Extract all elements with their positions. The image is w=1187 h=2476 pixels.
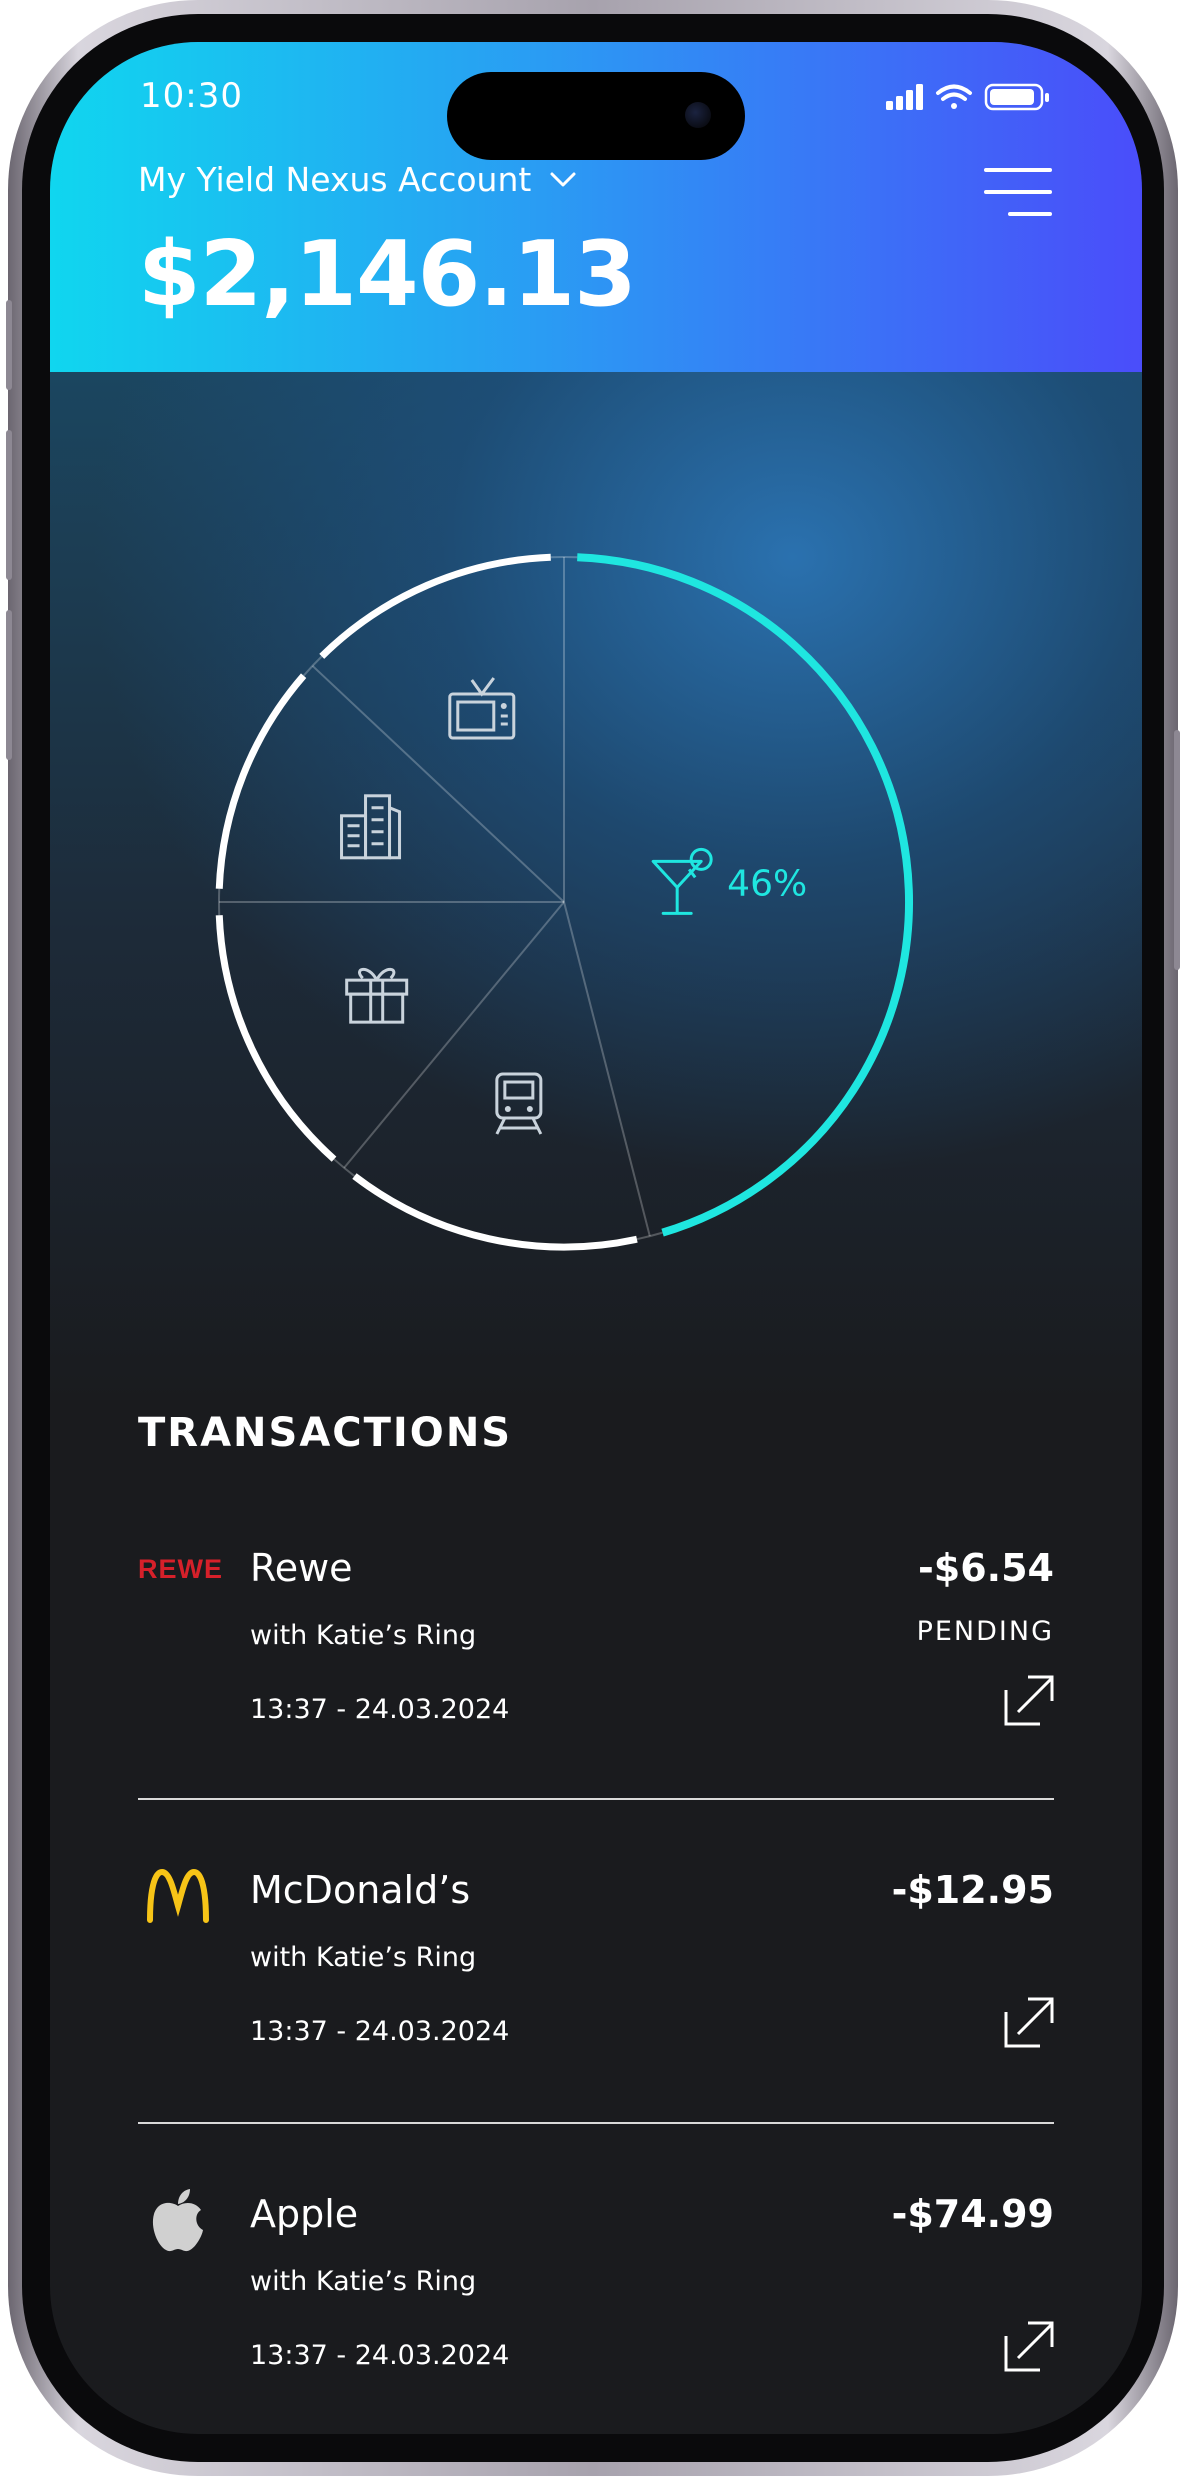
payment-method: with Katie’s Ring — [250, 1620, 477, 1651]
slice-arc-buildings — [215, 673, 307, 889]
slice-divider — [563, 901, 651, 1237]
account-name: My Yield Nexus Account — [138, 160, 532, 199]
payment-method: with Katie’s Ring — [250, 2266, 477, 2297]
buildings-icon — [340, 794, 402, 860]
menu-icon-line-bottom — [1008, 212, 1052, 216]
open-external-icon[interactable] — [1004, 2320, 1054, 2372]
mcdonalds-logo — [147, 1868, 209, 1923]
tv-icon — [448, 677, 516, 740]
transaction-amount: -$6.54 — [918, 1546, 1054, 1590]
apple-logo — [152, 2189, 203, 2252]
rewe-logo: REWE — [138, 1540, 222, 1610]
spending-overview: 46% — [50, 372, 1142, 1402]
payment-method: with Katie’s Ring — [250, 1942, 477, 1973]
battery-icon — [984, 83, 1049, 111]
slice-divider — [311, 665, 565, 903]
account-balance: $2,146.13 — [138, 222, 637, 327]
signal-icon — [886, 84, 923, 110]
menu-icon-line-top — [984, 168, 1052, 172]
slice-arc-gift — [215, 915, 337, 1162]
slice-arc-train — [352, 1173, 638, 1251]
train-icon — [495, 1072, 543, 1135]
transaction-row[interactable]: REWE Rewe with Katie’s Ring 13:37 - 24.0… — [138, 1540, 1054, 1860]
menu-icon-line-middle — [984, 190, 1052, 194]
transaction-datetime: 13:37 - 24.03.2024 — [250, 2016, 510, 2047]
account-header: 10:30 My Yield Nexus Account $2,146.13 — [50, 42, 1142, 372]
slice-gap — [333, 1158, 356, 1177]
transaction-status: PENDING — [916, 1616, 1054, 1647]
transaction-amount: -$74.99 — [891, 2192, 1054, 2236]
divider — [138, 2122, 1054, 2124]
gift-icon — [345, 967, 409, 1024]
transaction-datetime: 13:37 - 24.03.2024 — [250, 1694, 510, 1725]
phone-frame: 10:30 My Yield Nexus Account $2,146.13 4… — [6, 0, 1180, 2476]
status-time: 10:30 — [140, 76, 243, 116]
slice-arc-tv — [319, 553, 551, 659]
divider — [138, 1798, 1054, 1800]
slice-percent-label: 46% — [727, 863, 807, 904]
wifi-icon — [936, 84, 972, 109]
merchant-name: Apple — [250, 2192, 359, 2236]
transaction-amount: -$12.95 — [891, 1868, 1054, 1912]
open-external-icon[interactable] — [1004, 1674, 1054, 1726]
rewe-logo-text: REWE — [138, 1554, 223, 1584]
transaction-datetime: 13:37 - 24.03.2024 — [250, 2340, 510, 2371]
cocktail-icon — [651, 847, 713, 915]
dynamic-island — [447, 72, 745, 160]
camera-icon — [685, 102, 711, 128]
volume-down-button — [6, 610, 12, 760]
volume-up-button — [6, 430, 12, 580]
merchant-name: Rewe — [250, 1546, 353, 1590]
account-selector[interactable]: My Yield Nexus Account — [138, 160, 577, 199]
menu-button[interactable] — [984, 168, 1052, 218]
transactions-heading: TRANSACTIONS — [138, 1410, 513, 1456]
transaction-row[interactable]: McDonald’s with Katie’s Ring 13:37 - 24.… — [138, 1862, 1054, 2182]
app-screen: 10:30 My Yield Nexus Account $2,146.13 4… — [50, 42, 1142, 2434]
transaction-row[interactable]: Apple with Katie’s Ring 13:37 - 24.03.20… — [138, 2186, 1054, 2434]
spending-pie-chart[interactable]: 46% — [204, 542, 924, 1262]
chevron-down-icon — [550, 172, 576, 186]
action-button — [6, 300, 12, 390]
power-button — [1174, 730, 1180, 970]
status-icons — [886, 83, 1049, 111]
open-external-icon[interactable] — [1004, 1996, 1054, 2048]
merchant-name: McDonald’s — [250, 1868, 471, 1912]
